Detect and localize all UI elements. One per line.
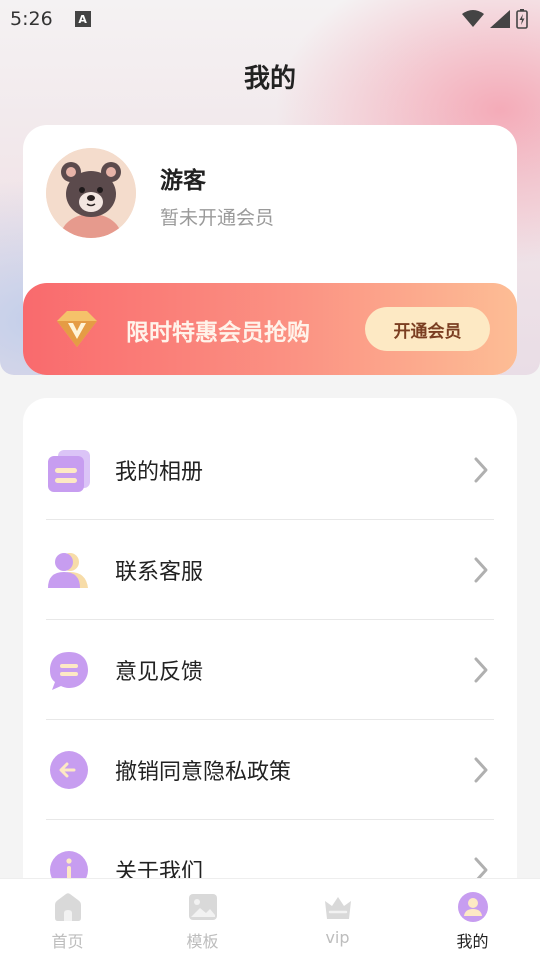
membership-status: 暂未开通会员 <box>160 207 275 229</box>
tab-mine[interactable]: 我的 <box>405 879 540 960</box>
battery-icon <box>516 9 528 29</box>
status-time: 5:26 <box>10 8 53 30</box>
menu-item-customer-service[interactable]: 联系客服 <box>23 520 517 620</box>
tab-label: 模板 <box>186 932 219 951</box>
tab-template[interactable]: 模板 <box>135 879 270 960</box>
chevron-right-icon <box>474 757 488 783</box>
album-icon <box>48 450 90 492</box>
customer-service-icon <box>48 553 88 588</box>
menu-item-revoke-privacy[interactable]: 撤销同意隐私政策 <box>23 720 517 820</box>
menu-label: 撤销同意隐私政策 <box>115 760 292 785</box>
tab-home[interactable]: 首页 <box>0 879 135 960</box>
template-image-icon <box>188 894 217 920</box>
page-title: 我的 <box>243 64 296 94</box>
user-name: 游客 <box>160 168 206 194</box>
vip-promo-banner[interactable]: 限时特惠会员抢购 开通会员 <box>23 283 517 375</box>
tab-label: 首页 <box>51 932 84 951</box>
profile-icon <box>457 892 488 922</box>
menu-item-my-album[interactable]: 我的相册 <box>23 420 517 520</box>
menu-label: 我的相册 <box>115 460 204 485</box>
tab-label: vip <box>325 928 350 947</box>
menu-label: 联系客服 <box>115 560 204 585</box>
menu-item-feedback[interactable]: 意见反馈 <box>23 620 517 720</box>
bottom-tab-bar: 首页 模板 vip 我的 <box>0 878 540 960</box>
home-icon <box>54 893 81 921</box>
menu-label: 意见反馈 <box>115 660 204 685</box>
menu-card: 我的相册 联系客服 意见反馈 撤销同意隐私政策 关于我们 <box>23 398 517 960</box>
tab-label: 我的 <box>456 932 489 951</box>
chevron-right-icon <box>474 457 488 483</box>
status-bar: 5:26 A <box>0 0 540 38</box>
profile-card: 游客 暂未开通会员 限时特惠会员抢购 开通会员 <box>23 125 517 375</box>
revoke-privacy-icon <box>50 751 88 789</box>
tab-vip[interactable]: vip <box>270 879 405 960</box>
crown-icon <box>324 897 351 919</box>
vip-promo-text: 限时特惠会员抢购 <box>126 320 310 346</box>
bear-avatar-icon <box>46 148 136 238</box>
wifi-icon <box>462 10 484 27</box>
chevron-right-icon <box>474 657 488 683</box>
feedback-icon <box>50 652 88 690</box>
chevron-right-icon <box>474 557 488 583</box>
notification-icon: A <box>74 11 91 27</box>
vip-diamond-icon <box>57 311 97 347</box>
avatar[interactable] <box>46 148 136 238</box>
signal-icon <box>490 10 510 28</box>
open-membership-button[interactable]: 开通会员 <box>365 307 490 351</box>
